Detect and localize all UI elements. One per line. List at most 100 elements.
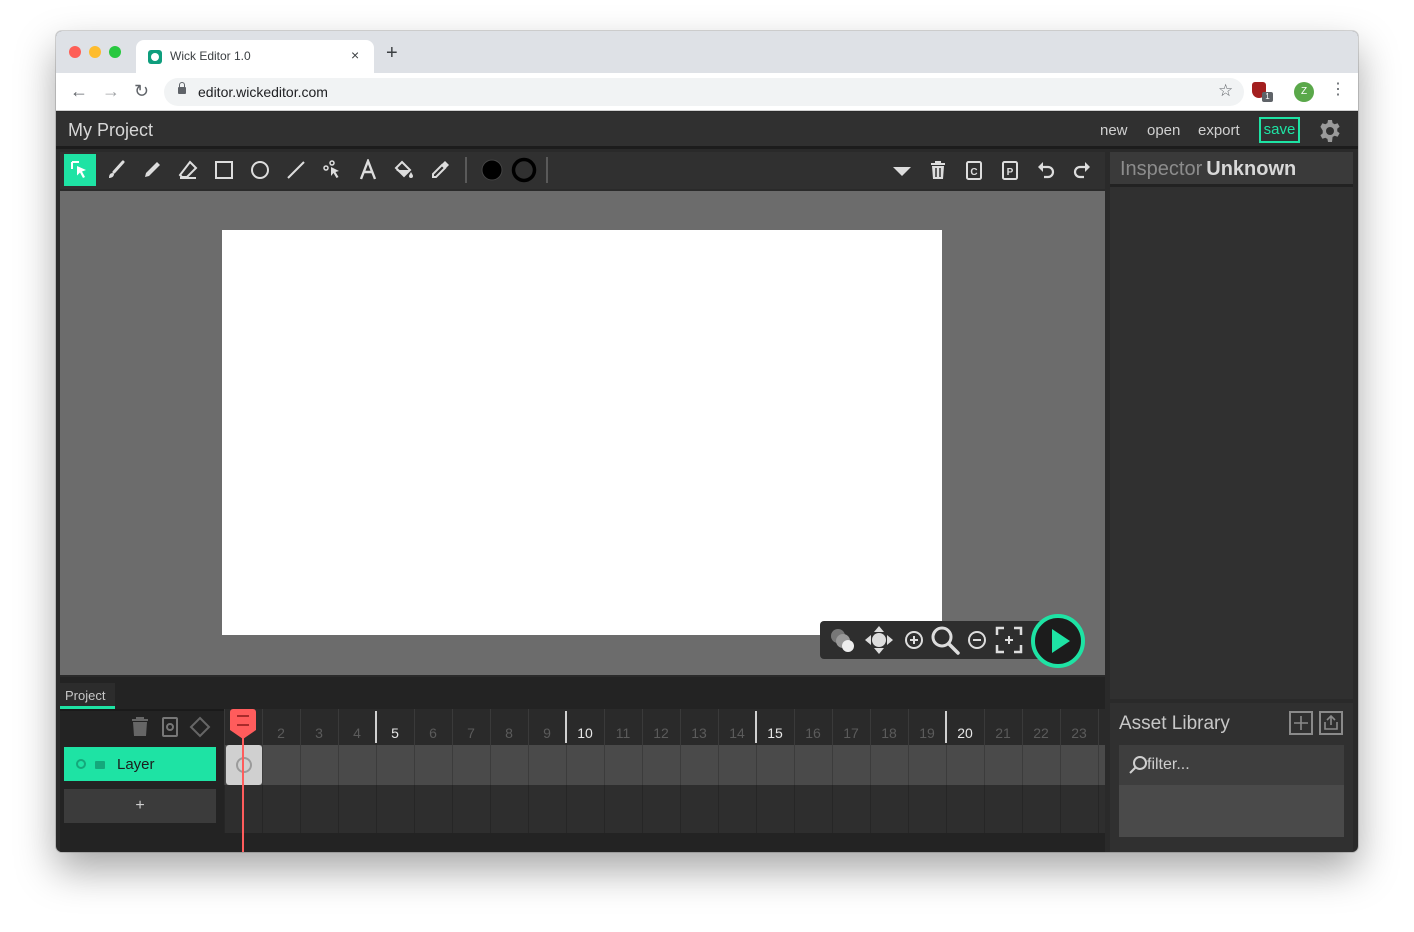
forward-icon[interactable]: → [102,82,120,100]
frame-cell-divider [1022,785,1023,833]
layer-item[interactable]: Layer [64,747,216,781]
svg-text:P: P [1007,167,1014,178]
frame-number[interactable]: 21 [984,725,1022,741]
pencil-icon[interactable] [136,154,168,186]
eyedropper-icon[interactable] [424,154,456,186]
frame-cell-divider [604,785,605,833]
lock-layer-icon[interactable] [95,761,105,769]
export-button[interactable]: export [1198,122,1240,139]
frame-number[interactable]: 22 [1022,725,1060,741]
frame-number[interactable]: 14 [718,725,756,741]
keyframe[interactable] [226,745,262,785]
frame-number[interactable]: 12 [642,725,680,741]
svg-text:C: C [970,167,977,178]
asset-list[interactable] [1119,785,1344,837]
inspector-subtitle: Unknown [1206,158,1297,180]
ellipse-icon[interactable] [244,154,276,186]
settings-gear-icon[interactable] [1318,119,1342,148]
back-icon[interactable]: ← [70,82,88,100]
frame-number[interactable]: 15 [756,725,794,741]
reload-icon[interactable]: ↻ [134,82,149,100]
pan-icon[interactable] [863,624,895,656]
onion-skin-icon[interactable] [826,624,858,656]
zoom-out-icon[interactable] [961,624,993,656]
frame-cell-divider [832,785,833,833]
paste-icon[interactable]: P [994,154,1026,186]
path-cursor-icon[interactable] [316,154,348,186]
bookmark-star-icon[interactable]: ☆ [1218,81,1233,101]
frame-number[interactable]: 23 [1060,725,1098,741]
add-asset-icon[interactable] [1289,711,1313,735]
frame-number[interactable]: 6 [414,725,452,741]
frame-number[interactable]: 13 [680,725,718,741]
text-icon[interactable] [352,154,384,186]
insert-frame-icon[interactable] [158,714,182,740]
frame-number[interactable]: 8 [490,725,528,741]
new-tab-button[interactable]: + [386,43,398,63]
stage-canvas[interactable] [222,230,942,635]
recenter-icon[interactable] [993,624,1025,656]
frame-cell-divider [908,745,909,785]
browser-menu-icon[interactable]: ⋮ [1330,81,1346,99]
address-bar[interactable]: editor.wickeditor.com ☆ [164,78,1244,106]
browser-window: Wick Editor 1.0 × + ← → ↻ editor.wickedi… [56,31,1358,852]
frame-number[interactable]: 4 [338,725,376,741]
editor-menu-bar: My Project new open export save [56,112,1358,149]
frame-cell-divider [984,745,985,785]
canvas-controls [820,614,1088,668]
add-keyframe-icon[interactable] [188,714,212,740]
zoom-window-button[interactable] [109,46,121,58]
frame-cell-divider [452,745,453,785]
layer-frames-row[interactable] [224,745,1105,785]
frame-number[interactable]: 18 [870,725,908,741]
import-asset-icon[interactable] [1319,711,1343,735]
frame-number[interactable]: 3 [300,725,338,741]
delete-icon[interactable] [922,154,954,186]
tab-close-icon[interactable]: × [351,47,359,63]
delete-frame-icon[interactable] [128,714,152,740]
rectangle-icon[interactable] [208,154,240,186]
open-button[interactable]: open [1147,122,1180,139]
frame-number[interactable]: 5 [376,725,414,741]
cursor-icon[interactable] [64,154,96,186]
project-name[interactable]: My Project [68,120,153,141]
redo-icon[interactable] [1066,154,1098,186]
canvas-area[interactable] [60,191,1105,675]
frame-cell-divider [566,745,567,785]
frame-number[interactable]: 7 [452,725,490,741]
browser-tab[interactable]: Wick Editor 1.0 × [136,40,374,73]
timeline-project-tab[interactable]: Project [60,683,115,709]
add-layer-button[interactable]: + [64,789,216,823]
copy-icon[interactable]: C [958,154,990,186]
stroke-color-swatch[interactable] [508,154,540,186]
frame-cell-divider [1098,745,1099,785]
frame-number[interactable]: 16 [794,725,832,741]
profile-avatar[interactable]: Z [1294,82,1314,102]
close-window-button[interactable] [69,46,81,58]
frame-number-ruler[interactable]: 2 3 4 5 6 7 8 9 10 11 12 13 14 15 16 17 18 19 20 21 22 23 [224,709,1105,745]
frame-number[interactable]: 11 [604,725,642,741]
frame-number[interactable]: 10 [566,725,604,741]
frame-number[interactable]: 17 [832,725,870,741]
save-button[interactable]: save [1259,117,1300,143]
new-button[interactable]: new [1100,122,1128,139]
frame-number[interactable]: 20 [946,725,984,741]
frame-number[interactable]: 9 [528,725,566,741]
play-button[interactable] [1031,614,1085,668]
asset-filter-field[interactable]: filter... [1119,745,1344,785]
fill-color-swatch[interactable] [476,154,508,186]
toolbar-divider [465,157,467,183]
undo-icon[interactable] [1030,154,1062,186]
fill-bucket-icon[interactable] [388,154,420,186]
minimize-window-button[interactable] [89,46,101,58]
frame-number[interactable]: 2 [262,725,300,741]
eraser-icon[interactable] [172,154,204,186]
zoom-in-icon[interactable] [898,624,930,656]
more-options-icon[interactable] [886,154,918,186]
brush-icon[interactable] [100,154,132,186]
frame-number[interactable]: 19 [908,725,946,741]
frame-cell-divider [756,745,757,785]
line-icon[interactable] [280,154,312,186]
zoom-icon[interactable] [929,624,961,656]
eye-icon[interactable] [76,759,86,769]
